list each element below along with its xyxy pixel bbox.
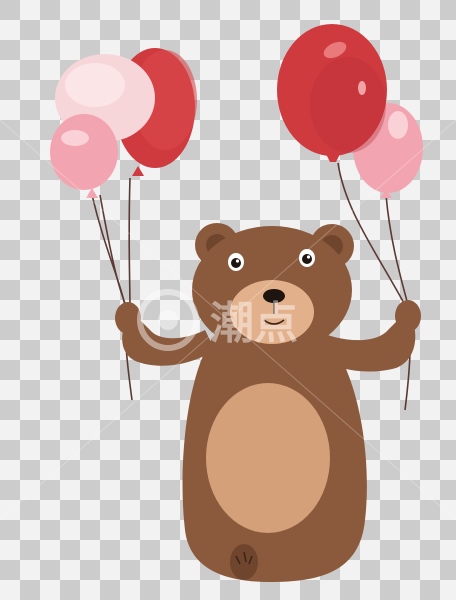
balloons-left	[50, 48, 197, 198]
bear-foot	[230, 544, 258, 580]
pink-balloon	[50, 114, 118, 190]
bear-illustration: 潮点	[0, 24, 456, 582]
right-paw	[395, 300, 421, 332]
balloons-right	[277, 24, 423, 198]
balloon-strings-left	[91, 177, 133, 401]
image-canvas: 潮点	[0, 0, 456, 600]
bear-belly	[206, 383, 330, 533]
watermark-text: 潮点	[210, 298, 298, 349]
